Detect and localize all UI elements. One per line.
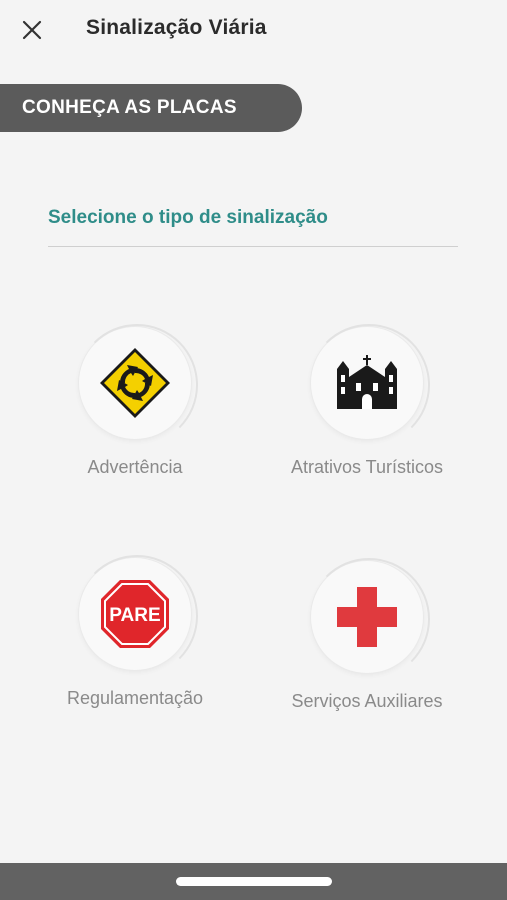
option-circle [76, 324, 198, 446]
option-servicos-auxiliares[interactable]: Serviços Auxiliares [257, 558, 477, 712]
section-title: Selecione o tipo de sinalização [48, 207, 328, 228]
red-cross-icon [337, 587, 397, 647]
page-title: Sinalização Viária [86, 16, 267, 39]
option-atrativos-turisticos[interactable]: Atrativos Turísticos [257, 324, 477, 478]
roundabout-warning-sign-icon [100, 348, 170, 418]
option-regulamentacao[interactable]: PARE Regulamentação [25, 555, 245, 709]
app-screen: Sinalização Viária CONHEÇA AS PLACAS Sel… [0, 0, 507, 900]
divider [48, 246, 458, 247]
section-banner: CONHEÇA AS PLACAS [0, 84, 302, 132]
option-circle: PARE [76, 555, 198, 677]
stop-sign-text: PARE [109, 605, 160, 626]
church-icon [337, 355, 397, 409]
option-advertencia[interactable]: Advertência [25, 324, 245, 478]
option-circle [308, 324, 430, 446]
option-label: Serviços Auxiliares [291, 691, 443, 711]
close-button[interactable] [14, 12, 50, 48]
option-label: Atrativos Turísticos [290, 457, 444, 477]
banner-label: CONHEÇA AS PLACAS [22, 97, 237, 118]
option-label: Regulamentação [66, 688, 204, 708]
option-label: Advertência [87, 457, 183, 477]
home-indicator[interactable] [176, 877, 332, 886]
option-circle [308, 558, 430, 680]
bottom-navigation-bar [0, 863, 507, 900]
app-header: Sinalização Viária [0, 0, 507, 60]
close-icon [22, 20, 42, 40]
stop-sign-icon: PARE [101, 580, 169, 648]
